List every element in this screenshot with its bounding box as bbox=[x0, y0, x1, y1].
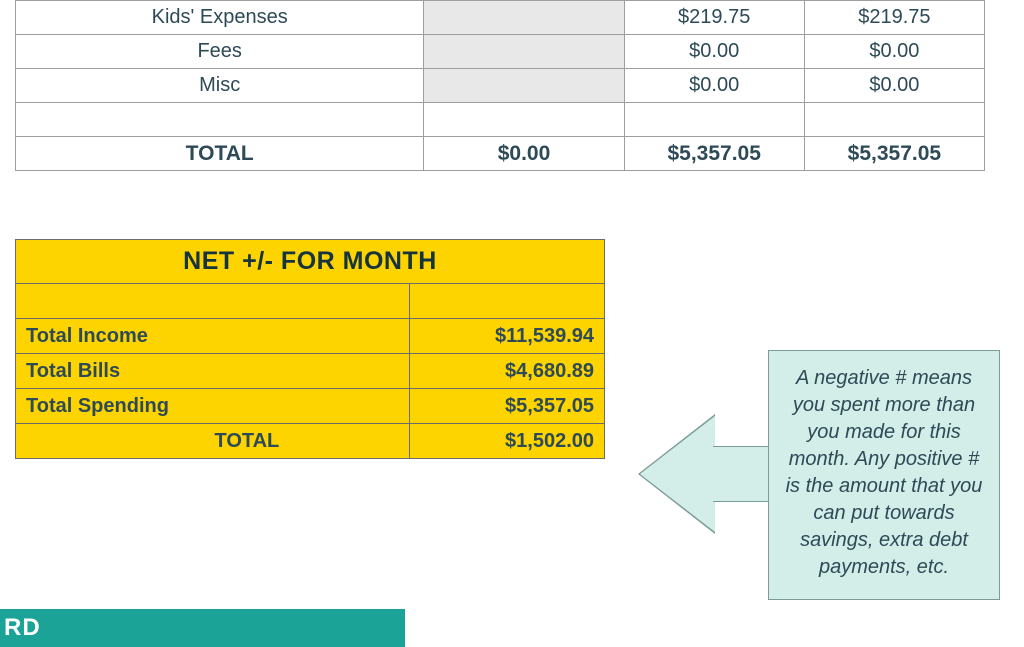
arrow-stem bbox=[713, 446, 771, 502]
net-header: NET +/- FOR MONTH bbox=[16, 240, 605, 284]
spending-row-label: Misc bbox=[16, 69, 424, 103]
callout-arrow: A negative # means you spent more than y… bbox=[640, 350, 1000, 600]
net-row-label: Total Spending bbox=[16, 389, 410, 424]
net-row-value: $5,357.05 bbox=[410, 389, 605, 424]
table-row: Misc $0.00 $0.00 bbox=[16, 69, 985, 103]
table-row: Kids' Expenses $219.75 $219.75 bbox=[16, 1, 985, 35]
spending-row-a bbox=[424, 69, 624, 103]
spending-total-b: $5,357.05 bbox=[624, 137, 804, 171]
spending-row-c: $219.75 bbox=[804, 1, 984, 35]
spending-row-c: $0.00 bbox=[804, 69, 984, 103]
net-row-value: $11,539.94 bbox=[410, 319, 605, 354]
table-row: Fees $0.00 $0.00 bbox=[16, 35, 985, 69]
spending-row-a bbox=[424, 1, 624, 35]
net-total-value: $1,502.00 bbox=[410, 424, 605, 459]
spending-row-b: $0.00 bbox=[624, 69, 804, 103]
spending-row-c: $0.00 bbox=[804, 35, 984, 69]
spending-total-c: $5,357.05 bbox=[804, 137, 984, 171]
spending-total-row: TOTAL $0.00 $5,357.05 $5,357.05 bbox=[16, 137, 985, 171]
net-header-row: NET +/- FOR MONTH bbox=[16, 240, 605, 284]
spending-row-label: Kids' Expenses bbox=[16, 1, 424, 35]
callout-text: A negative # means you spent more than y… bbox=[768, 350, 1000, 600]
spending-row-label: Fees bbox=[16, 35, 424, 69]
net-row-value: $4,680.89 bbox=[410, 354, 605, 389]
spending-total-label: TOTAL bbox=[16, 137, 424, 171]
spending-row-a bbox=[424, 35, 624, 69]
spending-row-b: $219.75 bbox=[624, 1, 804, 35]
spending-row-b: $0.00 bbox=[624, 35, 804, 69]
net-total-label: TOTAL bbox=[16, 424, 410, 459]
bottom-tab[interactable]: RD bbox=[0, 609, 405, 647]
table-row: Total Spending $5,357.05 bbox=[16, 389, 605, 424]
arrow-left-icon bbox=[640, 416, 715, 532]
net-row-label: Total Income bbox=[16, 319, 410, 354]
spacer-row bbox=[16, 103, 985, 137]
net-row-label: Total Bills bbox=[16, 354, 410, 389]
table-row: Total Bills $4,680.89 bbox=[16, 354, 605, 389]
spending-table: Kids' Expenses $219.75 $219.75 Fees $0.0… bbox=[15, 0, 985, 171]
table-row: Total Income $11,539.94 bbox=[16, 319, 605, 354]
net-month-table: NET +/- FOR MONTH Total Income $11,539.9… bbox=[15, 239, 605, 459]
net-total-row: TOTAL $1,502.00 bbox=[16, 424, 605, 459]
spending-total-a: $0.00 bbox=[424, 137, 624, 171]
spacer-row bbox=[16, 284, 605, 319]
